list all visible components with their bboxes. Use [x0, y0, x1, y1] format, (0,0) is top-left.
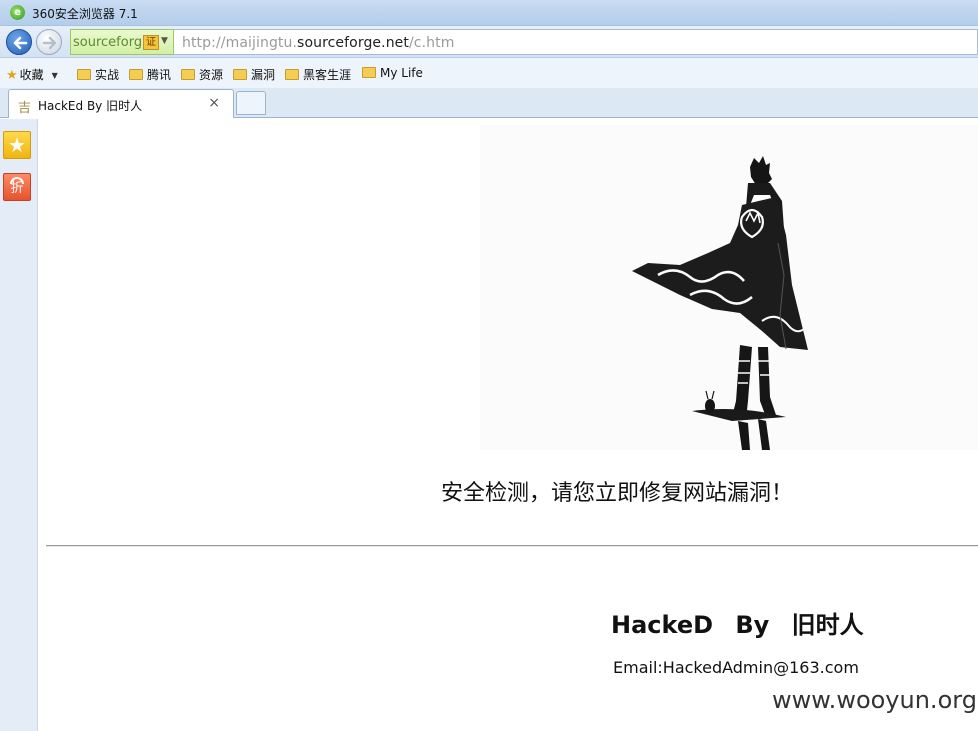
star-icon[interactable]: ★	[3, 131, 31, 159]
folder-icon	[129, 69, 143, 80]
folder-icon	[362, 67, 376, 78]
shopping-bag-icon	[10, 177, 24, 184]
chevron-down-icon: ▼	[161, 36, 168, 46]
window-title-bar: e 360安全浏览器 7.1	[0, 0, 978, 26]
url-host: sourceforge.net	[297, 35, 409, 51]
favorite-folder[interactable]: 黑客生涯	[285, 66, 351, 82]
tab-active[interactable]: 吉 HackEd By 旧时人 ×	[8, 89, 234, 118]
back-button[interactable]	[6, 29, 32, 55]
site-identity-chip[interactable]: sourceforg 证 ▼	[70, 29, 174, 55]
page-content: 安全检测，请您立即修复网站漏洞！ HackeD By 旧时人 Email:Hac…	[39, 119, 978, 731]
favorite-folder-label: 黑客生涯	[303, 68, 352, 82]
chevron-down-icon: ▼	[51, 71, 58, 80]
favorite-folder-label: My Life	[380, 66, 423, 80]
folder-icon	[181, 69, 195, 80]
favorite-folder-label: 资源	[199, 68, 224, 82]
favorite-folder-label: 腾讯	[147, 68, 172, 82]
browser-logo-icon: e	[10, 5, 25, 20]
favorite-folder-label: 实战	[95, 68, 120, 82]
contact-email: Email:HackedAdmin@163.com	[613, 658, 859, 677]
site-label: sourceforg	[73, 35, 143, 50]
favorite-folder[interactable]: 资源	[181, 66, 223, 82]
navigation-toolbar: sourceforg 证 ▼ http://maijingtu.sourcefo…	[0, 26, 978, 58]
address-input[interactable]: http://maijingtu.sourceforge.net/c.htm	[174, 29, 978, 55]
cloaked-figure-illustration	[632, 156, 808, 450]
page-favicon-icon: 吉	[18, 101, 32, 116]
folder-icon	[77, 69, 91, 80]
favorites-label: 收藏	[19, 68, 44, 82]
hero-image	[480, 125, 978, 450]
arrow-left-icon	[13, 36, 28, 50]
url-path: /c.htm	[408, 35, 455, 51]
favorite-folder[interactable]: 实战	[77, 66, 119, 82]
url-text: http://maijingtu.sourceforge.net/c.htm	[182, 35, 454, 51]
favorites-menu-button[interactable]: ★ 收藏 ▼	[6, 66, 58, 83]
forward-button[interactable]	[36, 29, 62, 55]
favorite-folder[interactable]: My Life	[362, 66, 423, 82]
horizontal-rule	[46, 545, 978, 547]
arrow-right-icon	[42, 36, 57, 50]
tab-strip: 吉 HackEd By 旧时人 ×	[0, 88, 978, 118]
tab-title: HackEd By 旧时人	[38, 99, 143, 113]
favorite-folder-label: 漏洞	[251, 68, 276, 82]
favorite-folder[interactable]: 漏洞	[233, 66, 275, 82]
url-prefix: http://maijingtu.	[182, 35, 298, 51]
folder-icon	[233, 69, 247, 80]
shopping-deal-button[interactable]: 折	[3, 173, 31, 201]
folder-icon	[285, 69, 299, 80]
window-title: 360安全浏览器 7.1	[32, 7, 138, 21]
favorite-folder[interactable]: 腾讯	[129, 66, 171, 82]
new-tab-button[interactable]	[236, 91, 266, 115]
certificate-icon: 证	[143, 35, 159, 50]
star-add-icon: ★	[6, 68, 18, 83]
favorites-bar: ★ 收藏 ▼ 实战 腾讯 资源 漏洞 黑客生涯 My Life	[0, 58, 978, 88]
site-watermark: www.wooyun.org	[772, 686, 977, 714]
warning-message: 安全检测，请您立即修复网站漏洞！	[441, 481, 794, 506]
close-icon[interactable]: ×	[208, 95, 220, 111]
hacked-by-heading: HackeD By 旧时人	[611, 611, 864, 639]
side-panel: ★ 折	[0, 119, 38, 731]
